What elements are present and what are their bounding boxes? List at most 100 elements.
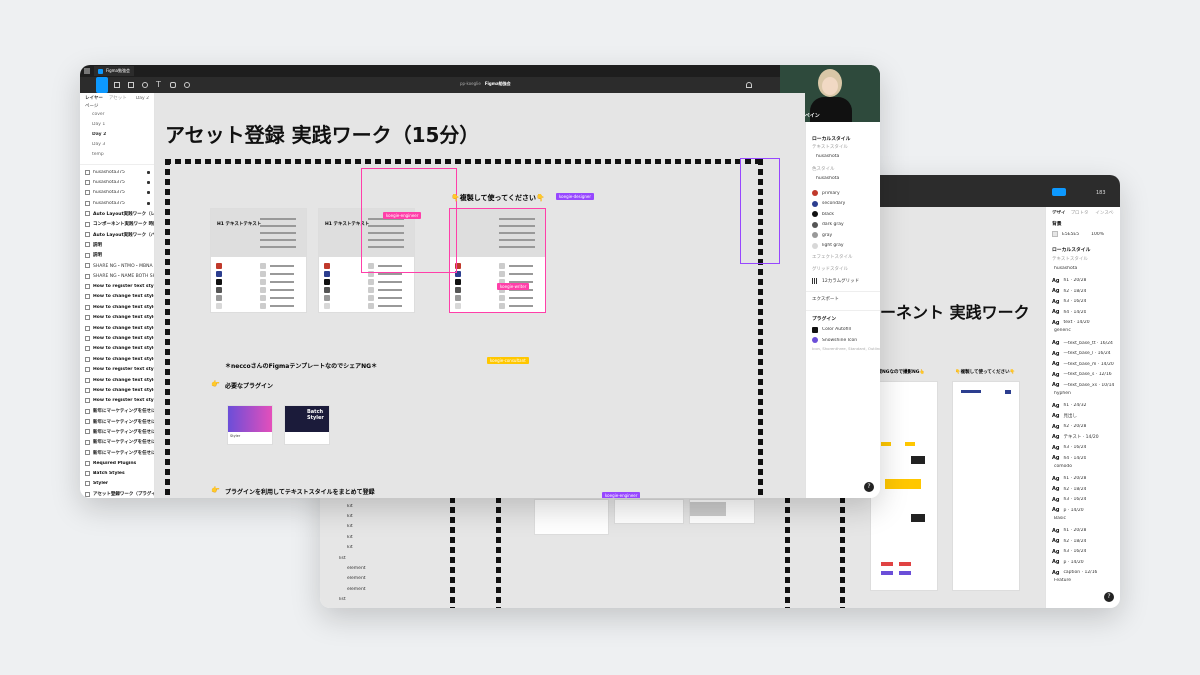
text-tool[interactable]: T [156,80,161,89]
text-style-row[interactable]: Ag テキスト · 14/20 [1046,432,1120,443]
layer-row[interactable]: 新年にマーケティングを任せに研究... [80,437,154,447]
hand-tool[interactable] [170,82,176,88]
text-style-row[interactable]: Ag h1 · 20/28 [1046,526,1120,537]
layer-row[interactable]: husashota375 [80,188,154,198]
text-style-row[interactable]: Ag —text_base_l · 16/24 [1046,349,1120,360]
text-style-row[interactable]: Ag —text_base_tt · 16/24 [1046,338,1120,349]
back-layer-row[interactable]: list [330,553,430,563]
breadcrumb-team[interactable]: pp-koeglie [460,81,481,87]
text-style-row[interactable]: Ag h3 · 16/24 [1046,547,1120,558]
layer-row[interactable]: 新年にマーケティングを任せに研究... [80,427,154,437]
plugin-card-styler[interactable]: Styler [227,405,273,445]
layer-row[interactable]: 説明 [80,250,154,260]
text-style-group[interactable]: husashota [806,154,880,166]
back-layer-row[interactable]: element [330,605,430,609]
layer-row[interactable]: Batch Styles [80,468,154,478]
page-item[interactable]: temp [80,152,154,162]
frame-tool[interactable] [114,82,120,88]
back-layer-row[interactable]: element [330,584,430,594]
layer-row[interactable]: 新年にマーケティングを任せに研究... [80,416,154,426]
bg-swatch[interactable] [1052,231,1058,238]
page-item-active[interactable]: Day 2 [80,132,154,142]
back-layer-row[interactable]: kit [330,501,430,511]
text-style-row[interactable]: Ag h2 · 18/24 [1046,286,1120,297]
lock-icon[interactable] [147,191,150,195]
text-style-row[interactable]: Ag —text_base_m · 14/20 [1046,359,1120,370]
home-icon[interactable] [84,68,90,74]
help-button[interactable]: ? [1104,592,1114,602]
color-style-row[interactable]: black [806,209,880,220]
layer-row[interactable]: 説明 [80,240,154,250]
back-layer-row[interactable]: kit [330,511,430,521]
breadcrumb-file[interactable]: Figma勉強会 [485,81,511,87]
headphones-icon[interactable] [746,82,752,88]
layer-row[interactable]: husashota375 [80,198,154,208]
plugin-card-batch[interactable]: Batch Styler [284,405,330,445]
move-tool[interactable] [96,77,108,93]
style-group-feature[interactable]: Feature [1046,578,1120,588]
text-style-row[interactable]: Ag —text_base_xs · 10/14 [1046,380,1120,391]
back-layer-row[interactable]: element [330,563,430,573]
plugin-row[interactable]: Color Autofill [806,325,880,336]
layer-row[interactable]: How to change text style fonts-B1 [80,354,154,364]
comment-tool[interactable] [184,82,190,88]
text-style-row[interactable]: Ag text · 14/20 [1046,318,1120,329]
text-style-row[interactable]: Ag h2 · 20/28 [1046,422,1120,433]
text-style-row[interactable]: Ag h3 · 16/24 [1046,297,1120,308]
tab-inspect[interactable]: インスペクト [1095,210,1114,214]
layer-row[interactable]: How to change text style fonts-B3 [80,323,154,333]
share-button[interactable] [1052,188,1066,196]
layer-row[interactable]: Required Plugins [80,458,154,468]
layer-row[interactable]: How to register text styles at sam... [80,396,154,406]
grid-style-row[interactable]: 12カラムグリッド [806,276,880,287]
help-button[interactable]: ? [864,482,874,492]
style-group-basic[interactable]: Basic [1046,516,1120,526]
lock-icon[interactable] [147,201,150,205]
shape-tool[interactable] [128,82,134,88]
layer-row[interactable]: アセット登録ワーク（プラグイン使い方... [80,489,154,498]
text-style-row[interactable]: Ag h1 · 20/28 [1046,474,1120,485]
selection-box-purple[interactable] [740,158,780,264]
layer-row[interactable]: How to change text style fonts-B3 [80,302,154,312]
bg-hex[interactable]: E5E5E5 [1062,232,1079,237]
back-layer-row[interactable]: kit [330,543,430,553]
text-style-row[interactable]: Ag 見出し [1046,411,1120,422]
layer-row[interactable]: Auto Layout実践ワーク（バーゼ)... [80,229,154,239]
selection-box-pink[interactable] [361,168,457,273]
layer-row[interactable]: Auto Layout実践ワーク（レイアウ... [80,209,154,219]
page-item[interactable]: Day 1 [80,122,154,132]
back-layer-row[interactable]: element [330,574,430,584]
layer-row[interactable]: husashota375 [80,167,154,177]
text-style-row[interactable]: Ag h4 · 14/20 [1046,307,1120,318]
layer-row[interactable]: How to change text style fonts-B4 [80,312,154,322]
text-style-row[interactable]: Ag h1 · 20/28 [1046,276,1120,287]
selection-box-pink[interactable] [449,208,546,313]
layer-row[interactable]: How to change text style fonts-B4 [80,292,154,302]
color-style-row[interactable]: primary [806,188,880,199]
style-group-hyphen[interactable]: hyphen [1046,391,1120,401]
text-style-row[interactable]: Ag caption · 12/16 [1046,568,1120,579]
layer-row[interactable]: How to change text style fonts at... [80,375,154,385]
style-group-comodo[interactable]: comodo [1046,464,1120,474]
page-select[interactable]: Day 2 [136,96,149,101]
tab-design[interactable]: デザイン [1052,210,1065,214]
plugin-row[interactable]: Snowshine Icon [806,335,880,346]
style-group-generic[interactable]: generic [1046,328,1120,338]
text-style-row[interactable]: Ag p · 14/20 [1046,505,1120,516]
layer-row[interactable]: 新年にマーケティングを任せに研究... [80,406,154,416]
layer-row[interactable]: How to change text style fonts-B4 [80,344,154,354]
layer-row[interactable]: Styler [80,479,154,489]
layer-row[interactable]: SHARE NG・NTMO・MBNA BOUA BOSA... [80,261,154,271]
back-layer-row[interactable]: kit [330,532,430,542]
file-tab[interactable]: Figma勉強会 [94,66,135,76]
background-color-row[interactable]: E5E5E5 100% [1046,229,1120,240]
text-style-row[interactable]: Ag h2 · 18/24 [1046,484,1120,495]
text-style-row[interactable]: Ag h2 · 18/24 [1046,536,1120,547]
text-style-row[interactable]: Ag —text_base_s · 12/16 [1046,370,1120,381]
layer-row[interactable]: SHARE NG・NAME BOTH SHARE... [80,271,154,281]
text-style-row[interactable]: Ag h4 · 14/20 [1046,453,1120,464]
front-canvas[interactable]: アセット登録 実践ワーク（15分） H1 テキストテキスト H1 テキストテキス… [155,93,805,498]
layer-row[interactable]: How to register text styles-B1 [80,364,154,374]
page-item[interactable]: Day 3 [80,142,154,152]
bg-opacity[interactable]: 100% [1091,232,1104,237]
